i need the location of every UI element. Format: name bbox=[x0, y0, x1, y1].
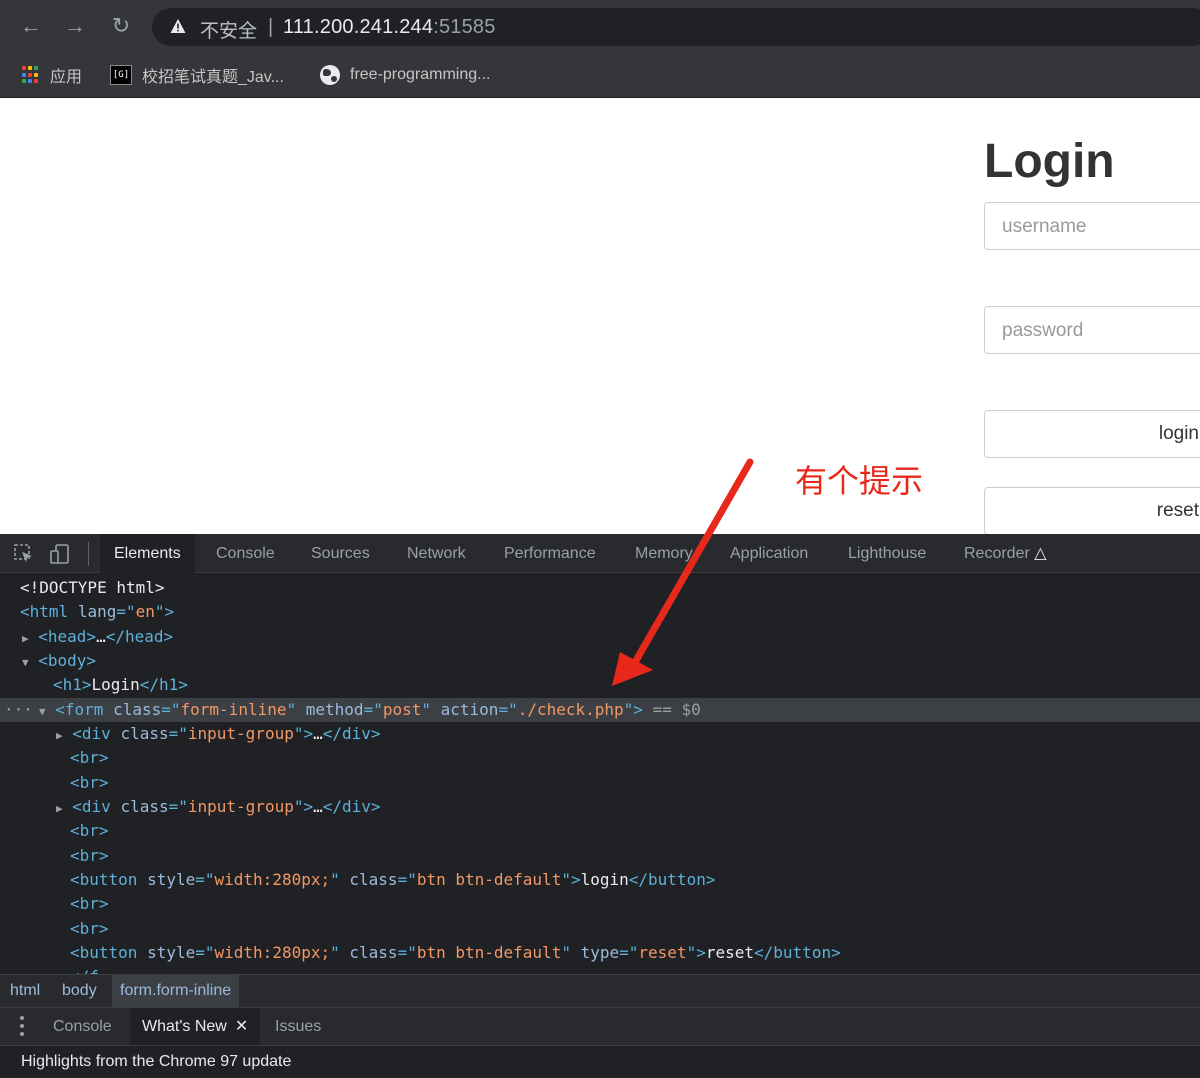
dom-line-h1[interactable]: <h1>Login</h1> bbox=[0, 673, 1200, 697]
bookmark-label: 校招笔试真题_Jav... bbox=[142, 69, 284, 86]
login-button[interactable]: login bbox=[984, 410, 1200, 458]
dom-line-partial[interactable]: </f bbox=[0, 965, 1200, 974]
tab-recorder-label: Recorder bbox=[964, 545, 1030, 562]
reload-icon[interactable]: ↻ bbox=[109, 14, 133, 38]
not-secure-label[interactable]: 不安全 bbox=[200, 16, 257, 43]
tab-recorder[interactable]: Recorder △ bbox=[950, 534, 1061, 573]
expand-caret-icon[interactable]: ▶ bbox=[56, 802, 63, 815]
back-arrow-icon[interactable]: ← bbox=[19, 14, 43, 38]
close-icon[interactable]: ✕ bbox=[235, 1018, 248, 1035]
dom-line-br[interactable]: <br> bbox=[0, 917, 1200, 941]
address-bar[interactable]: 不安全 | 111.200.241.244:51585 bbox=[152, 8, 1200, 46]
address-separator: | bbox=[268, 16, 274, 38]
dom-line-doctype[interactable]: <!DOCTYPE html> bbox=[0, 576, 1200, 600]
globe-icon bbox=[320, 65, 340, 85]
tab-console[interactable]: Console bbox=[202, 534, 289, 573]
breadcrumb-html[interactable]: html bbox=[2, 975, 48, 1007]
url-text[interactable]: 111.200.241.244:51585 bbox=[283, 16, 496, 39]
dom-line-br[interactable]: <br> bbox=[0, 844, 1200, 868]
dom-line-br[interactable]: <br> bbox=[0, 746, 1200, 770]
collapse-caret-icon[interactable]: ▼ bbox=[22, 656, 29, 669]
username-input[interactable]: username bbox=[984, 202, 1200, 250]
reset-button[interactable]: reset bbox=[984, 487, 1200, 534]
dom-tree: <!DOCTYPE html> <html lang="en"> ▶ <head… bbox=[0, 574, 1200, 974]
page-title: Login bbox=[984, 135, 1115, 188]
collapse-caret-icon[interactable]: ▼ bbox=[39, 705, 46, 718]
warning-triangle-icon[interactable] bbox=[170, 18, 186, 34]
dom-line-input-group[interactable]: ▶ <div class="input-group">…</div> bbox=[0, 795, 1200, 819]
dom-line-reset-button[interactable]: <button style="width:280px;" class="btn … bbox=[0, 941, 1200, 965]
bookmarks-bar: 应用 [G] 校招笔试真题_Jav... free-programming... bbox=[0, 54, 1200, 98]
expand-caret-icon[interactable]: ▶ bbox=[56, 729, 63, 742]
devtools-panel: Elements Console Sources Network Perform… bbox=[0, 534, 1200, 1078]
devtools-tab-bar: Elements Console Sources Network Perform… bbox=[0, 534, 1200, 573]
drawer-menu-icon[interactable] bbox=[20, 1016, 24, 1036]
url-host: 111.200.241.244 bbox=[283, 16, 434, 38]
bookmark-interview-questions[interactable]: [G] 校招笔试真题_Jav... bbox=[110, 62, 284, 88]
forward-arrow-icon[interactable]: → bbox=[63, 14, 87, 38]
breadcrumb-form[interactable]: form.form-inline bbox=[112, 975, 240, 1007]
site-favicon-icon: [G] bbox=[110, 65, 132, 85]
tab-network[interactable]: Network bbox=[393, 534, 480, 573]
tab-performance[interactable]: Performance bbox=[490, 534, 610, 573]
drawer-tab-label: What's New bbox=[142, 1018, 227, 1035]
dom-line-input-group[interactable]: ▶ <div class="input-group">…</div> bbox=[0, 722, 1200, 746]
dom-line-br[interactable]: <br> bbox=[0, 771, 1200, 795]
tab-memory[interactable]: Memory bbox=[621, 534, 707, 573]
dom-line-login-button[interactable]: <button style="width:280px;" class="btn … bbox=[0, 868, 1200, 892]
tab-lighthouse[interactable]: Lighthouse bbox=[834, 534, 940, 573]
selected-node-marker: == $0 bbox=[652, 700, 701, 719]
page-viewport: Login username password login reset 有个提示 bbox=[0, 98, 1200, 534]
dom-line-body[interactable]: ▼ <body> bbox=[0, 649, 1200, 673]
tab-sources[interactable]: Sources bbox=[297, 534, 384, 573]
device-toolbar-icon[interactable] bbox=[50, 544, 70, 564]
browser-toolbar: ← → ↻ 不安全 | 111.200.241.244:51585 bbox=[0, 0, 1200, 54]
bookmark-free-programming[interactable]: free-programming... bbox=[320, 62, 491, 88]
drawer-tab-console[interactable]: Console bbox=[41, 1008, 124, 1045]
expand-caret-icon[interactable]: ▶ bbox=[22, 632, 29, 645]
tab-elements[interactable]: Elements bbox=[100, 534, 195, 573]
drawer-tab-bar: Console What's New ✕ Issues bbox=[0, 1008, 1200, 1046]
bookmark-label: 应用 bbox=[50, 69, 83, 86]
bookmark-apps[interactable]: 应用 bbox=[22, 62, 82, 88]
breadcrumb: html body form.form-inline bbox=[0, 974, 1200, 1008]
apps-grid-icon bbox=[22, 66, 40, 84]
dom-line-br[interactable]: <br> bbox=[0, 819, 1200, 843]
breadcrumb-body[interactable]: body bbox=[54, 975, 105, 1007]
url-port: :51585 bbox=[433, 16, 496, 38]
password-input[interactable]: password bbox=[984, 306, 1200, 354]
inspect-element-icon[interactable] bbox=[14, 544, 34, 564]
dom-line-head[interactable]: ▶ <head>…</head> bbox=[0, 625, 1200, 649]
bookmark-label: free-programming... bbox=[350, 66, 491, 83]
more-options-icon[interactable]: ··· bbox=[4, 698, 33, 722]
annotation-hint: 有个提示 bbox=[795, 462, 924, 500]
tab-application[interactable]: Application bbox=[716, 534, 822, 573]
flask-icon: △ bbox=[1034, 545, 1047, 562]
dom-line-html[interactable]: <html lang="en"> bbox=[0, 600, 1200, 624]
toolbar-divider bbox=[88, 542, 89, 566]
dom-line-br[interactable]: <br> bbox=[0, 892, 1200, 916]
dom-line-form-selected[interactable]: ··· ▼ <form class="form-inline" method="p… bbox=[0, 698, 1200, 722]
drawer-tab-issues[interactable]: Issues bbox=[263, 1008, 333, 1045]
whats-new-headline: Highlights from the Chrome 97 update bbox=[21, 1053, 292, 1070]
drawer-tab-whats-new[interactable]: What's New ✕ bbox=[130, 1008, 261, 1045]
